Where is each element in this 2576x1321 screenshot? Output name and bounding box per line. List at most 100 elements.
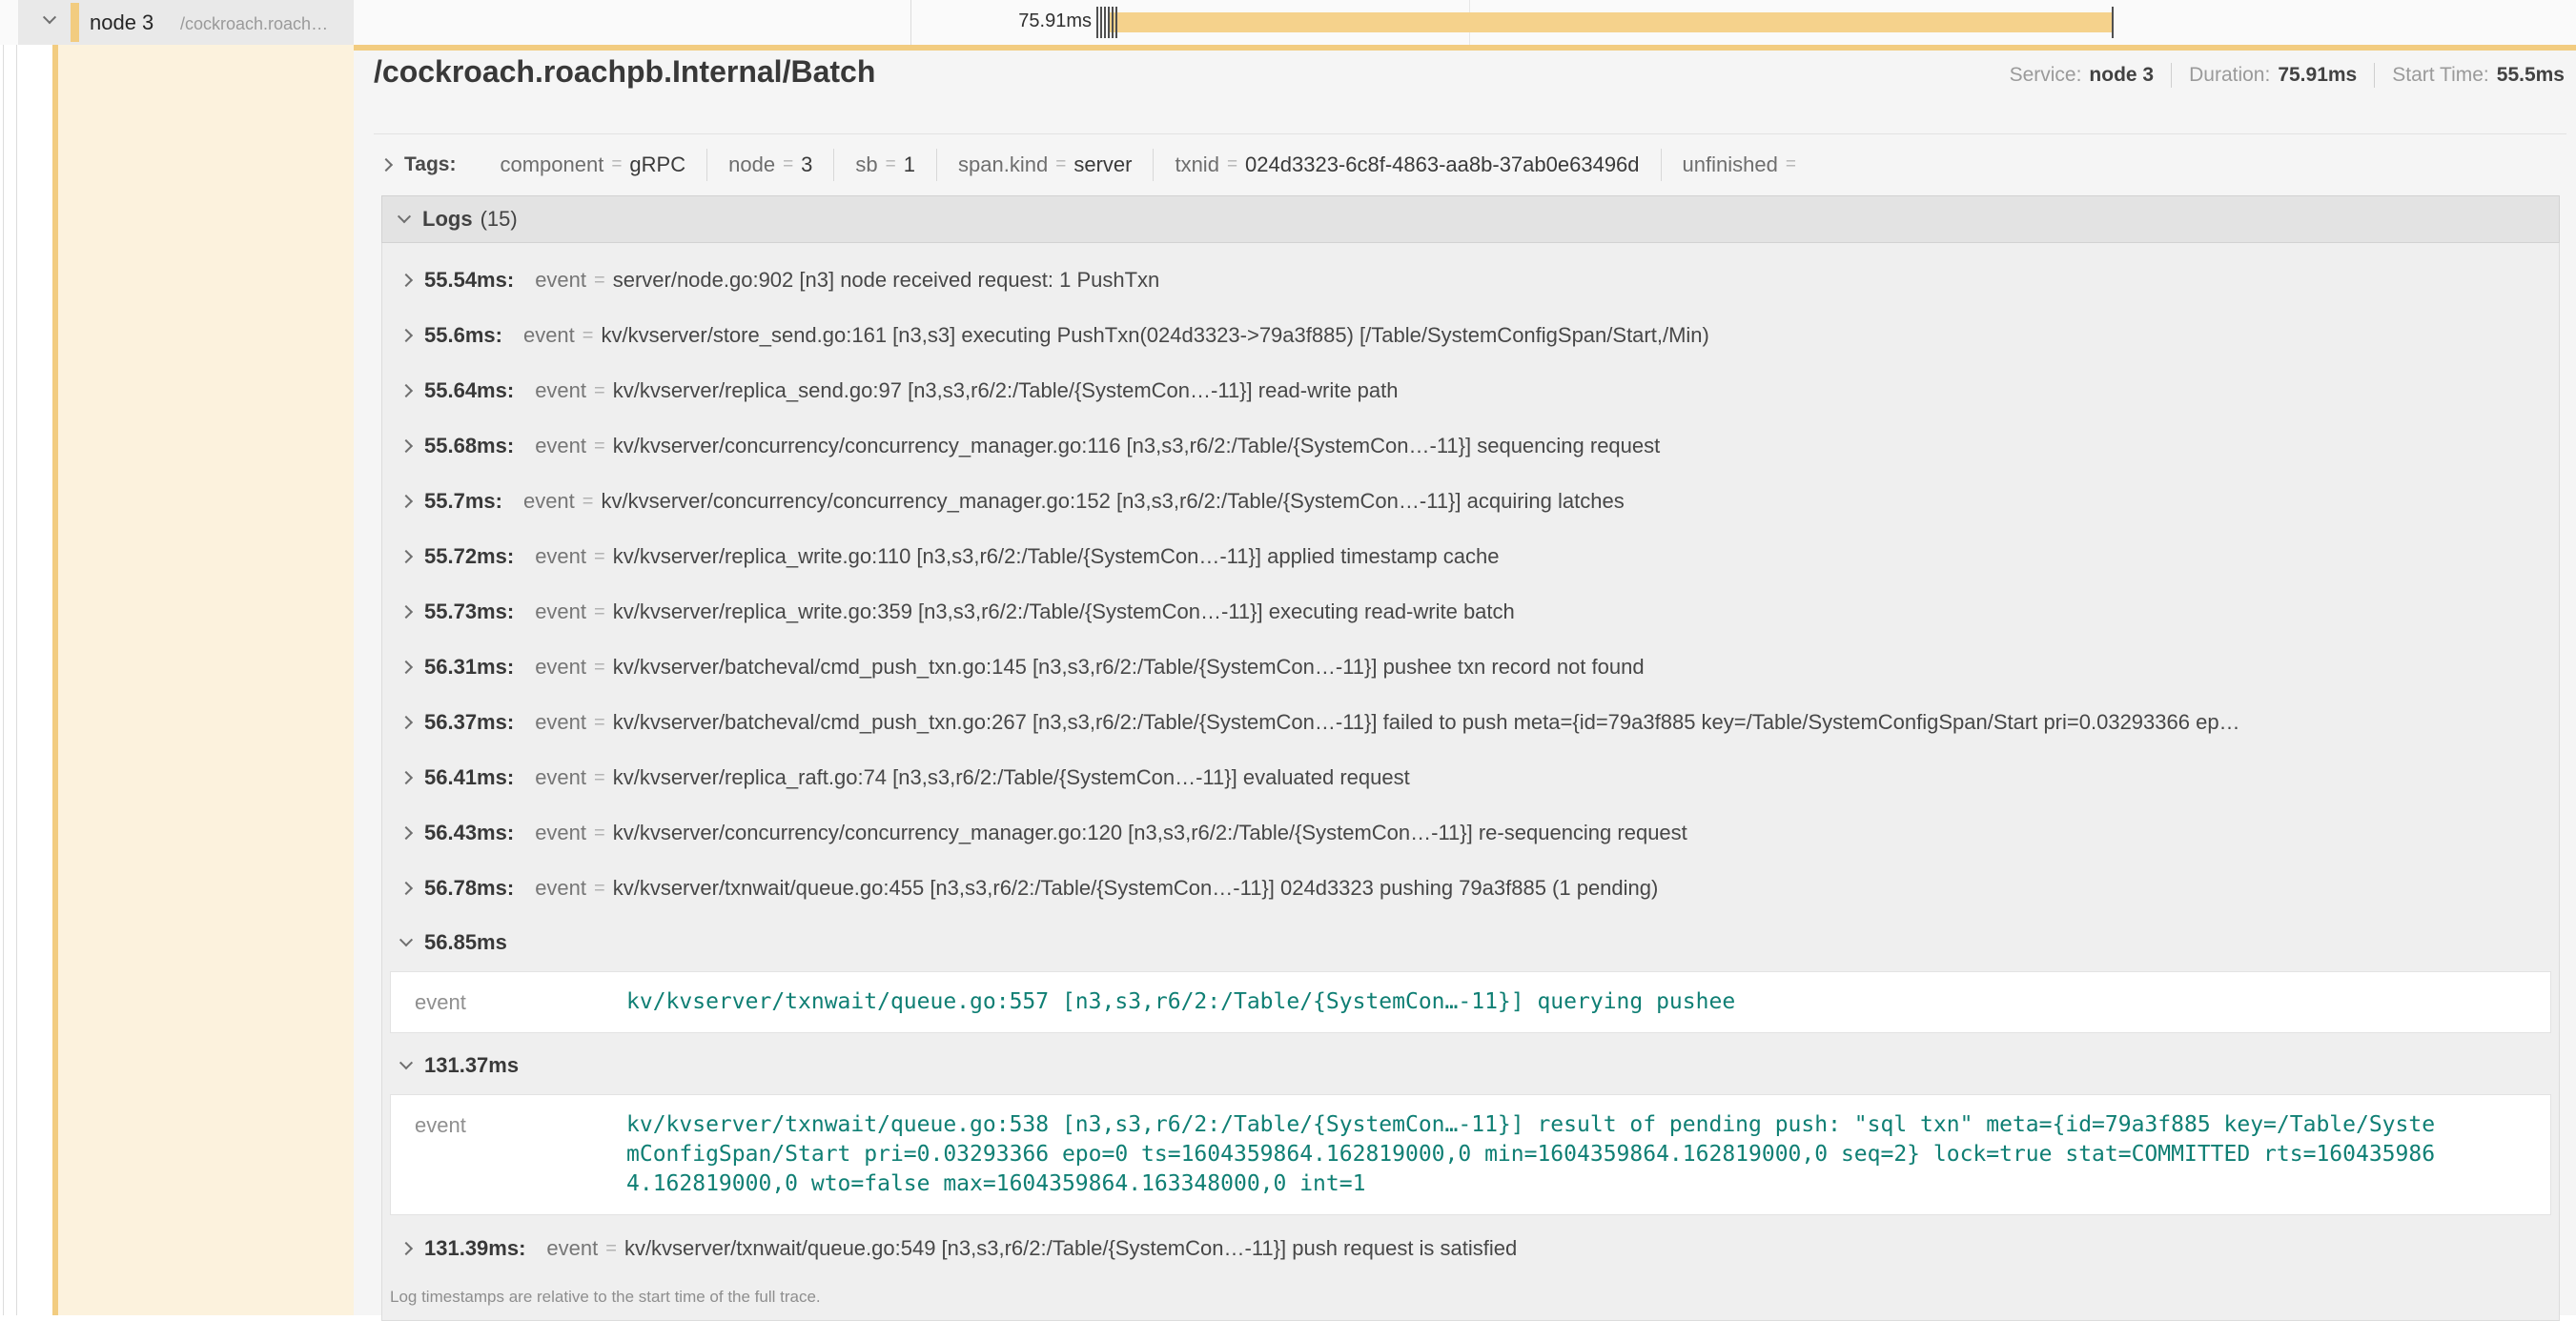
log-marker-tick bbox=[1096, 7, 1098, 38]
equals-sign: = bbox=[594, 436, 605, 457]
log-timestamp: 56.43ms: bbox=[424, 821, 514, 845]
log-field-key: event bbox=[535, 268, 586, 293]
equals-sign: = bbox=[594, 712, 605, 734]
equals-sign: = bbox=[594, 878, 605, 900]
log-row[interactable]: 56.31ms: event = kv/kvserver/batcheval/c… bbox=[382, 640, 2559, 695]
separator bbox=[2171, 63, 2172, 88]
tag-item: component = gRPC bbox=[479, 149, 706, 181]
tag-key: span.kind bbox=[958, 152, 1048, 177]
chevron-right-icon[interactable] bbox=[399, 1242, 413, 1255]
chevron-down-icon[interactable] bbox=[399, 933, 413, 946]
equals-sign: = bbox=[594, 823, 605, 844]
log-timestamp: 56.85ms bbox=[424, 930, 507, 955]
log-group-header[interactable]: 56.85ms bbox=[382, 916, 2559, 969]
log-field-key: event bbox=[535, 378, 586, 403]
chevron-right-icon[interactable] bbox=[399, 716, 413, 729]
log-row[interactable]: 55.64ms: event = kv/kvserver/replica_sen… bbox=[382, 363, 2559, 418]
log-row[interactable]: 56.41ms: event = kv/kvserver/replica_raf… bbox=[382, 750, 2559, 805]
log-field-key: event bbox=[535, 544, 586, 569]
tag-value: gRPC bbox=[629, 152, 685, 177]
duration-value: 75.91ms bbox=[2278, 64, 2357, 87]
equals-sign: = bbox=[611, 154, 622, 175]
log-message: kv/kvserver/replica_raft.go:74 [n3,s3,r6… bbox=[613, 765, 1410, 790]
chevron-right-icon[interactable] bbox=[399, 605, 413, 619]
log-message: kv/kvserver/replica_send.go:97 [n3,s3,r6… bbox=[613, 378, 1399, 403]
column-divider[interactable] bbox=[910, 0, 911, 45]
log-row[interactable]: 55.73ms: event = kv/kvserver/replica_wri… bbox=[382, 584, 2559, 640]
chevron-right-icon[interactable] bbox=[399, 826, 413, 840]
tag-value: 1 bbox=[904, 152, 915, 177]
log-field-key: event bbox=[415, 987, 626, 1017]
span-service-name: node 3 bbox=[90, 10, 153, 35]
chevron-down-icon[interactable] bbox=[398, 210, 411, 223]
tag-value: 024d3323-6c8f-4863-aa8b-37ab0e63496d bbox=[1245, 152, 1639, 177]
log-message: kv/kvserver/txnwait/queue.go:549 [n3,s3,… bbox=[624, 1236, 1517, 1261]
gutter-divider bbox=[16, 0, 17, 1315]
equals-sign: = bbox=[594, 546, 605, 568]
collapse-chevron-icon[interactable] bbox=[43, 10, 56, 24]
log-message: kv/kvserver/concurrency/concurrency_mana… bbox=[613, 434, 1661, 458]
tag-key: component bbox=[500, 152, 603, 177]
log-row[interactable]: 56.43ms: event = kv/kvserver/concurrency… bbox=[382, 805, 2559, 861]
log-timestamp: 55.73ms: bbox=[424, 600, 514, 624]
chevron-right-icon[interactable] bbox=[399, 329, 413, 342]
span-row[interactable]: node 3 /cockroach.roach… 75.91ms bbox=[0, 0, 2576, 45]
chevron-right-icon[interactable] bbox=[399, 771, 413, 784]
log-field-key: event bbox=[523, 489, 575, 514]
log-row[interactable]: 55.7ms: event = kv/kvserver/concurrency/… bbox=[382, 474, 2559, 529]
logs-title: Logs bbox=[422, 207, 473, 232]
log-row[interactable]: 55.54ms: event = server/node.go:902 [n3]… bbox=[382, 253, 2559, 308]
tag-key: unfinished bbox=[1683, 152, 1778, 177]
tag-value: 3 bbox=[801, 152, 812, 177]
span-name-cell[interactable]: node 3 /cockroach.roach… bbox=[18, 0, 354, 45]
log-message: kv/kvserver/concurrency/concurrency_mana… bbox=[601, 489, 1624, 514]
log-timestamp: 55.54ms: bbox=[424, 268, 514, 293]
logs-body: 55.54ms: event = server/node.go:902 [n3]… bbox=[381, 243, 2560, 1321]
span-detail-title: /cockroach.roachpb.Internal/Batch bbox=[374, 54, 875, 90]
chevron-right-icon[interactable] bbox=[379, 158, 393, 172]
tag-value: server bbox=[1073, 152, 1132, 177]
log-field-value: kv/kvserver/txnwait/queue.go:538 [n3,s3,… bbox=[626, 1110, 2443, 1199]
equals-sign: = bbox=[1055, 154, 1066, 175]
equals-sign: = bbox=[594, 380, 605, 402]
log-detail-card: event kv/kvserver/txnwait/queue.go:557 [… bbox=[390, 971, 2551, 1033]
logs-footer-note: Log timestamps are relative to the start… bbox=[382, 1276, 2559, 1320]
chevron-right-icon[interactable] bbox=[399, 274, 413, 287]
equals-sign: = bbox=[594, 767, 605, 789]
log-field-key: event bbox=[535, 434, 586, 458]
chevron-down-icon[interactable] bbox=[399, 1056, 413, 1069]
tag-key: node bbox=[728, 152, 775, 177]
log-group-header[interactable]: 131.37ms bbox=[382, 1039, 2559, 1092]
log-timestamp: 131.39ms: bbox=[424, 1236, 525, 1261]
log-row[interactable]: 56.78ms: event = kv/kvserver/txnwait/que… bbox=[382, 861, 2559, 916]
log-row[interactable]: 56.37ms: event = kv/kvserver/batcheval/c… bbox=[382, 695, 2559, 750]
chevron-right-icon[interactable] bbox=[399, 439, 413, 453]
logs-header[interactable]: Logs (15) bbox=[381, 195, 2560, 243]
span-duration-bar[interactable] bbox=[1108, 12, 2113, 32]
tag-item: txnid = 024d3323-6c8f-4863-aa8b-37ab0e63… bbox=[1153, 149, 1660, 181]
chevron-right-icon[interactable] bbox=[399, 882, 413, 895]
log-timestamp: 56.78ms: bbox=[424, 876, 514, 901]
equals-sign: = bbox=[1227, 154, 1237, 175]
log-timestamp: 55.7ms: bbox=[424, 489, 502, 514]
log-row[interactable]: 55.68ms: event = kv/kvserver/concurrency… bbox=[382, 418, 2559, 474]
chevron-right-icon[interactable] bbox=[399, 495, 413, 508]
log-timestamp: 55.64ms: bbox=[424, 378, 514, 403]
log-row[interactable]: 55.72ms: event = kv/kvserver/replica_wri… bbox=[382, 529, 2559, 584]
tags-section[interactable]: Tags: component = gRPC node = 3 sb = 1 s… bbox=[381, 149, 1825, 181]
log-field-value: kv/kvserver/txnwait/queue.go:557 [n3,s3,… bbox=[626, 987, 1735, 1017]
log-row[interactable]: 131.39ms: event = kv/kvserver/txnwait/qu… bbox=[382, 1221, 2559, 1276]
log-timestamp: 56.41ms: bbox=[424, 765, 514, 790]
log-message: kv/kvserver/batcheval/cmd_push_txn.go:14… bbox=[613, 655, 1645, 680]
equals-sign: = bbox=[594, 657, 605, 679]
log-row[interactable]: 55.6ms: event = kv/kvserver/store_send.g… bbox=[382, 308, 2559, 363]
chevron-right-icon[interactable] bbox=[399, 384, 413, 397]
tag-key: txnid bbox=[1175, 152, 1218, 177]
log-timestamp: 56.37ms: bbox=[424, 710, 514, 735]
equals-sign: = bbox=[886, 154, 896, 175]
log-field-key: event bbox=[535, 876, 586, 901]
chevron-right-icon[interactable] bbox=[399, 660, 413, 674]
chevron-right-icon[interactable] bbox=[399, 550, 413, 563]
log-timestamp: 131.37ms bbox=[424, 1053, 519, 1078]
tag-item: node = 3 bbox=[706, 149, 833, 181]
